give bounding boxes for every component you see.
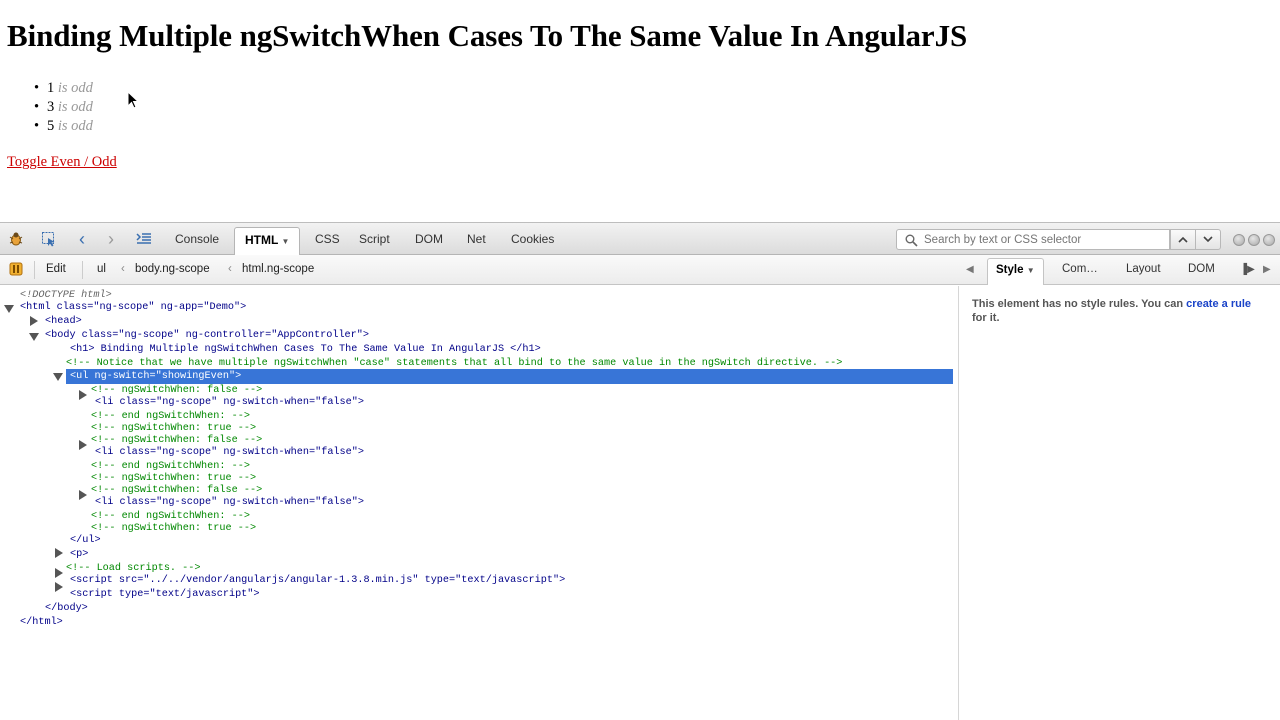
search-prev-button[interactable] (1170, 229, 1196, 250)
toggle-even-odd-link[interactable]: Toggle Even / Odd (7, 154, 117, 171)
edit-button[interactable]: Edit (46, 263, 66, 275)
tab-net[interactable]: Net (467, 232, 486, 246)
firebug-toolbar: ‹ › Console HTML ▼ CSS Script DOM Net Co… (0, 222, 1280, 256)
expand-toggle-icon[interactable] (79, 390, 87, 400)
side-tab-style[interactable]: Style ▼ (987, 258, 1044, 285)
collapse-toggle-icon[interactable] (53, 373, 63, 381)
back-arrow-icon[interactable]: ‹ (73, 229, 91, 249)
close-button[interactable] (1263, 234, 1275, 246)
tab-cookies[interactable]: Cookies (511, 232, 554, 246)
chevron-down-icon (1203, 236, 1213, 243)
chevron-down-icon: ▼ (281, 237, 290, 246)
style-side-panel: This element has no style rules. You can… (958, 286, 1280, 720)
tree-node-li[interactable]: <li class="ng-scope" ng-switch-when="fal… (95, 446, 364, 459)
firebug-subbar: Edit ul ‹ body.ng-scope ‹ html.ng-scope … (0, 255, 1280, 285)
inspect-element-icon[interactable] (40, 231, 58, 247)
tree-node-p[interactable]: <p> (70, 548, 88, 561)
expand-toggle-icon[interactable] (55, 548, 63, 558)
tree-node-ul-close[interactable]: </ul> (70, 534, 101, 547)
number-list: 1 is odd 3 is odd 5 is odd (34, 79, 93, 136)
breadcrumb-separator-icon: ‹ (228, 263, 232, 275)
item-number: 1 (47, 80, 55, 96)
tree-node-ul-selected[interactable]: <ul ng-switch="showingEven"> (70, 370, 241, 383)
search-icon (905, 234, 918, 247)
side-tab-dom[interactable]: DOM (1188, 263, 1215, 275)
item-label: is odd (57, 80, 93, 96)
breadcrumb-separator-icon: ‹ (121, 263, 125, 275)
tree-node-body[interactable]: <body class="ng-scope" ng-controller="Ap… (45, 329, 369, 342)
minimize-button[interactable] (1233, 234, 1245, 246)
expand-toggle-icon[interactable] (79, 490, 87, 500)
tree-node-body-close[interactable]: </body> (45, 602, 88, 615)
chevron-up-icon (1178, 236, 1188, 243)
search-input[interactable] (924, 232, 1164, 247)
item-number: 5 (47, 118, 55, 134)
expand-toggle-icon[interactable] (79, 440, 87, 450)
breadcrumb-body[interactable]: body.ng-scope (135, 263, 210, 275)
side-tab-style-label: Style (996, 264, 1024, 276)
tree-node-script[interactable]: <script type="text/javascript"> (70, 588, 260, 601)
tab-script[interactable]: Script (359, 232, 390, 246)
no-style-message: This element has no style rules. You can… (972, 297, 1267, 325)
item-number: 3 (47, 99, 55, 115)
tab-console[interactable]: Console (175, 232, 219, 246)
scroll-right-icon[interactable]: ▶ (1263, 264, 1271, 275)
page-heading: Binding Multiple ngSwitchWhen Cases To T… (7, 18, 968, 53)
create-rule-link[interactable]: create a rule (1186, 298, 1251, 310)
expand-toggle-icon[interactable] (55, 568, 63, 578)
collapse-toggle-icon[interactable] (4, 305, 14, 313)
scroll-left-icon[interactable]: ◀ (966, 264, 974, 275)
message-suffix: for it. (972, 312, 1000, 324)
page-content: Binding Multiple ngSwitchWhen Cases To T… (0, 0, 1280, 222)
mouse-cursor-icon (127, 91, 139, 109)
breadcrumb-ul[interactable]: ul (97, 263, 106, 275)
divider (82, 261, 83, 279)
tab-html-label: HTML (245, 233, 279, 247)
list-item: 5 is odd (34, 117, 93, 136)
html-tree-pane: <!DOCTYPE html> <html class="ng-scope" n… (0, 286, 956, 720)
side-tab-computed[interactable]: Com… (1062, 263, 1098, 275)
tree-node-li[interactable]: <li class="ng-scope" ng-switch-when="fal… (95, 496, 364, 509)
more-tabs-icon[interactable]: ▐▶ (1240, 264, 1255, 275)
command-line-icon[interactable] (135, 231, 153, 247)
breadcrumb-html[interactable]: html.ng-scope (242, 263, 314, 275)
tree-node-comment[interactable]: <!-- ngSwitchWhen: true --> (91, 522, 256, 535)
chevron-down-icon: ▼ (1026, 266, 1035, 275)
list-item: 1 is odd (34, 79, 93, 98)
tree-node-h1[interactable]: <h1> Binding Multiple ngSwitchWhen Cases… (70, 343, 541, 356)
tab-html[interactable]: HTML ▼ (234, 227, 301, 256)
divider (34, 261, 35, 279)
search-next-button[interactable] (1195, 229, 1221, 250)
tree-node-li[interactable]: <li class="ng-scope" ng-switch-when="fal… (95, 396, 364, 409)
break-on-mutate-icon[interactable] (7, 261, 25, 277)
tab-css[interactable]: CSS (315, 232, 340, 246)
search-box (896, 229, 1170, 250)
forward-arrow-icon[interactable]: › (102, 229, 120, 249)
message-text: This element has no style rules. You can (972, 298, 1184, 310)
expand-toggle-icon[interactable] (30, 316, 38, 326)
item-label: is odd (57, 118, 93, 134)
expand-toggle-icon[interactable] (55, 582, 63, 592)
tree-node-html-close[interactable]: </html> (20, 616, 63, 629)
firebug-bug-icon[interactable] (7, 231, 25, 247)
list-item: 3 is odd (34, 98, 93, 117)
tree-node-head[interactable]: <head> (45, 315, 82, 328)
tree-node-html[interactable]: <html class="ng-scope" ng-app="Demo"> (20, 301, 246, 314)
tree-node-script[interactable]: <script src="../../vendor/angularjs/angu… (70, 574, 565, 587)
collapse-toggle-icon[interactable] (29, 333, 39, 341)
firebug-panel: ‹ › Console HTML ▼ CSS Script DOM Net Co… (0, 222, 1280, 720)
item-label: is odd (57, 99, 93, 115)
tab-dom[interactable]: DOM (415, 232, 443, 246)
detach-button[interactable] (1248, 234, 1260, 246)
side-tab-layout[interactable]: Layout (1126, 263, 1161, 275)
